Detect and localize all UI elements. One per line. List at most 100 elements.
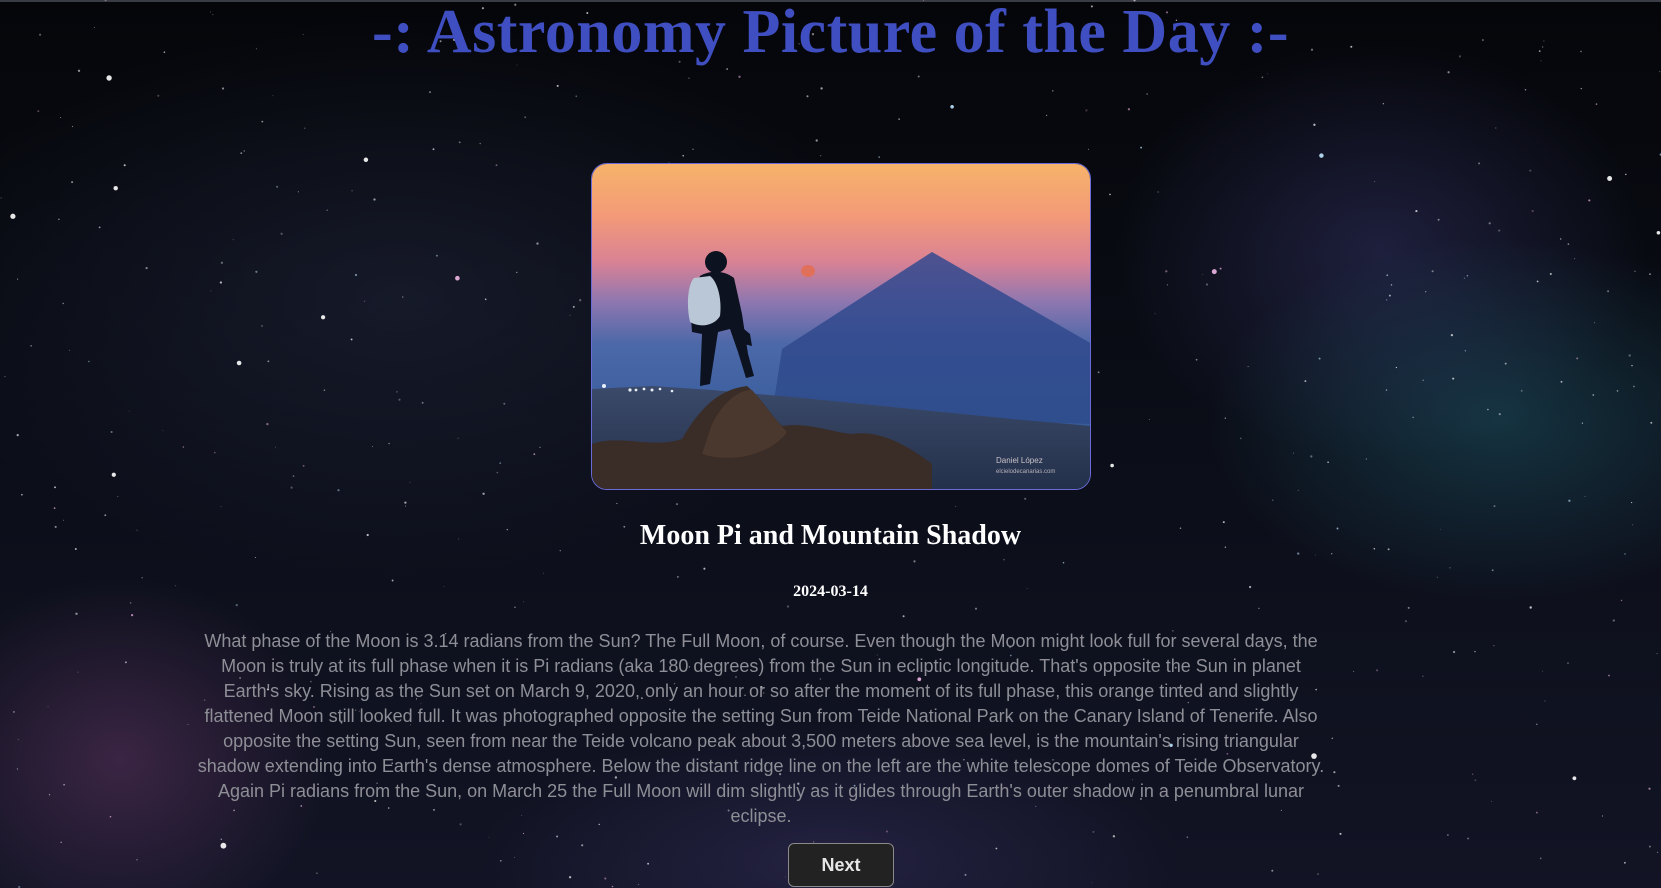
next-button[interactable]: Next bbox=[788, 843, 894, 887]
star bbox=[1224, 417, 1226, 419]
star bbox=[398, 398, 401, 401]
star bbox=[1634, 270, 1636, 272]
star bbox=[232, 239, 234, 241]
star bbox=[236, 360, 242, 366]
star bbox=[1404, 620, 1407, 623]
star bbox=[1560, 238, 1562, 240]
star bbox=[820, 155, 822, 157]
star bbox=[1574, 258, 1576, 260]
star bbox=[1624, 861, 1626, 864]
star bbox=[1656, 851, 1659, 854]
star bbox=[786, 605, 790, 608]
star bbox=[902, 615, 905, 618]
star bbox=[1656, 653, 1658, 655]
star bbox=[1529, 169, 1532, 172]
star bbox=[688, 77, 690, 79]
star bbox=[220, 261, 224, 264]
star bbox=[302, 464, 305, 467]
star bbox=[1536, 280, 1539, 283]
star bbox=[1452, 377, 1455, 380]
star bbox=[1166, 284, 1168, 286]
star bbox=[37, 110, 40, 113]
star bbox=[523, 832, 525, 835]
star bbox=[1314, 554, 1316, 556]
star bbox=[16, 768, 18, 770]
star bbox=[128, 410, 130, 412]
star bbox=[1091, 881, 1093, 883]
star bbox=[1608, 674, 1610, 677]
star bbox=[1495, 127, 1497, 129]
star bbox=[58, 218, 60, 220]
star bbox=[1319, 153, 1324, 158]
star bbox=[1211, 269, 1217, 275]
star bbox=[1271, 869, 1274, 872]
star bbox=[255, 270, 258, 273]
star bbox=[1146, 93, 1148, 95]
star bbox=[404, 505, 407, 507]
star bbox=[479, 142, 481, 145]
star bbox=[1535, 723, 1538, 726]
star bbox=[1154, 313, 1156, 315]
star bbox=[220, 506, 222, 507]
star bbox=[388, 442, 390, 445]
star bbox=[1085, 109, 1088, 112]
star bbox=[182, 446, 185, 448]
star bbox=[47, 706, 49, 708]
star bbox=[275, 446, 276, 448]
star bbox=[581, 844, 584, 847]
star bbox=[1422, 675, 1424, 678]
star bbox=[432, 148, 435, 151]
star bbox=[1140, 146, 1143, 149]
star bbox=[1388, 294, 1391, 297]
star bbox=[110, 430, 113, 434]
star bbox=[1588, 199, 1591, 202]
star bbox=[955, 505, 957, 507]
star bbox=[162, 429, 164, 432]
star bbox=[1594, 322, 1596, 324]
star bbox=[1625, 173, 1627, 176]
star bbox=[913, 560, 916, 563]
star bbox=[1474, 779, 1477, 782]
star bbox=[1165, 270, 1168, 273]
star bbox=[1612, 619, 1615, 622]
star bbox=[1488, 222, 1491, 225]
star bbox=[124, 661, 127, 664]
star bbox=[495, 164, 498, 167]
star bbox=[1595, 103, 1598, 105]
star bbox=[1087, 148, 1090, 150]
star bbox=[568, 876, 572, 879]
star bbox=[1628, 354, 1631, 357]
star bbox=[1415, 210, 1418, 213]
star bbox=[1219, 267, 1222, 270]
star bbox=[1353, 670, 1355, 673]
star bbox=[1650, 421, 1653, 424]
star bbox=[514, 856, 516, 858]
star bbox=[616, 502, 618, 504]
star bbox=[1560, 380, 1563, 383]
image-credit-name: Daniel López bbox=[996, 456, 1043, 465]
star bbox=[1467, 837, 1469, 840]
star bbox=[1576, 357, 1579, 360]
star bbox=[1261, 76, 1264, 79]
star bbox=[1109, 193, 1111, 196]
star bbox=[261, 324, 263, 327]
star bbox=[1437, 218, 1440, 221]
star bbox=[1478, 162, 1481, 165]
star bbox=[68, 349, 71, 351]
star bbox=[254, 556, 256, 559]
star bbox=[878, 156, 881, 159]
star bbox=[917, 75, 920, 78]
star bbox=[536, 242, 539, 245]
star bbox=[1656, 231, 1661, 235]
star bbox=[77, 671, 79, 673]
star bbox=[220, 838, 223, 841]
star bbox=[1205, 283, 1209, 286]
star bbox=[62, 302, 64, 305]
star bbox=[1490, 800, 1492, 802]
star bbox=[1412, 416, 1414, 419]
star bbox=[1382, 102, 1385, 105]
star bbox=[157, 94, 160, 97]
star bbox=[1549, 272, 1552, 276]
star bbox=[569, 314, 571, 316]
star bbox=[267, 360, 270, 363]
